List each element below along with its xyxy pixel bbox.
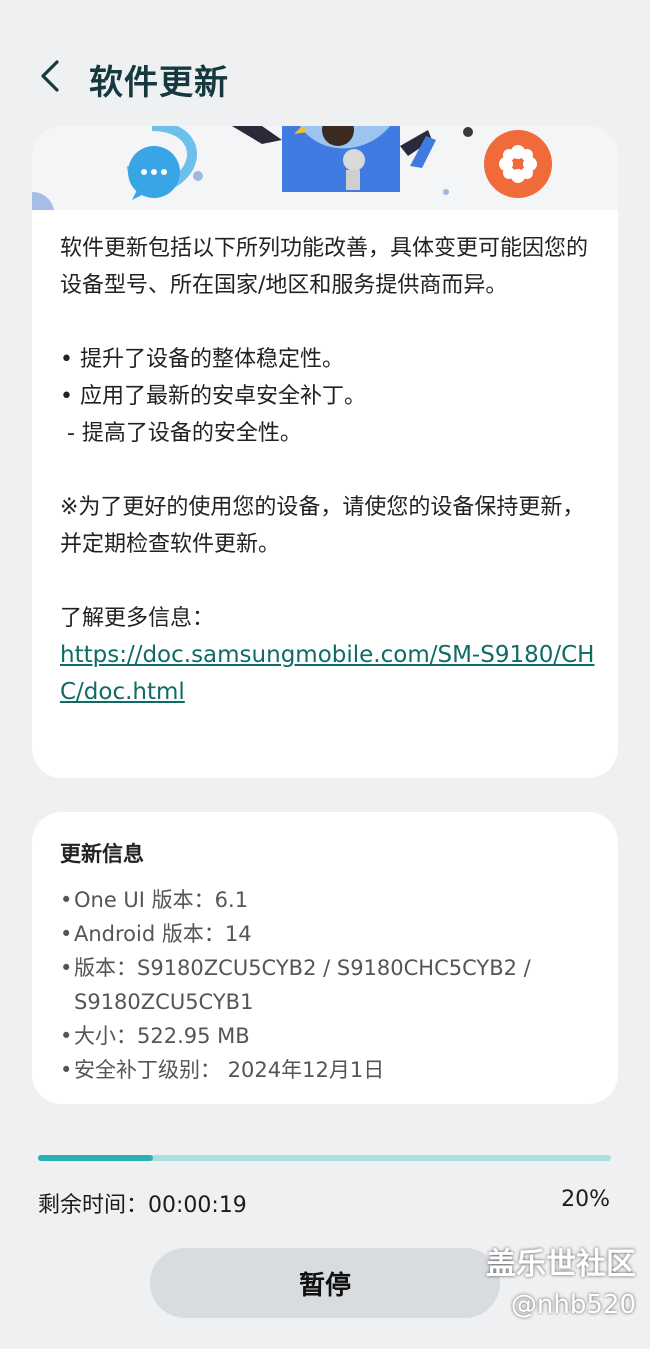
chevron-left-icon — [41, 60, 59, 92]
app-header: 软件更新 — [0, 0, 650, 124]
update-info-card: 更新信息 • One UI 版本：6.1 • Android 版本：14 • 版本：S… — [32, 812, 618, 1104]
description-item: • 提升了设备的整体稳定性。 — [60, 347, 344, 372]
info-row-one-ui: • One UI 版本：6.1 — [60, 888, 249, 912]
remaining-time: 剩余时间：00:00:19 — [38, 1193, 247, 1218]
info-row-security-patch: • 安全补丁级别： 2024年12月1日 — [60, 1058, 385, 1082]
description-item: • 应用了最新的安卓安全补丁。 — [60, 384, 366, 409]
pause-button[interactable]: 暂停 — [150, 1248, 500, 1318]
more-info-label: 了解更多信息： — [60, 606, 215, 631]
description-note: ※为了更好的使用您的设备，请使您的设备保持更新，并定期检查软件更新。 — [60, 495, 585, 557]
info-row-android: • Android 版本：14 — [60, 922, 252, 946]
description-subitem: - 提高了设备的安全性。 — [60, 421, 302, 446]
update-info-title: 更新信息 — [60, 842, 144, 866]
illustration-banner — [32, 126, 618, 210]
watermark-brand: 盖乐世社区 — [486, 1247, 636, 1282]
people-illustration — [32, 126, 552, 210]
download-progress-fill — [38, 1155, 153, 1161]
update-description: 软件更新包括以下所列功能改善，具体变更可能因您的设备型号、所在国家/地区和服务提… — [60, 230, 600, 711]
update-info-list: • One UI 版本：6.1 • Android 版本：14 • 版本：S9180Z… — [60, 883, 600, 1087]
info-row-size: • 大小：522.95 MB — [60, 1024, 250, 1048]
description-intro: 软件更新包括以下所列功能改善，具体变更可能因您的设备型号、所在国家/地区和服务提… — [60, 236, 589, 298]
info-row-build: • 版本：S9180ZCU5CYB2 / S9180CHC5CYB2 / S918… — [60, 956, 531, 1014]
description-card: 软件更新包括以下所列功能改善，具体变更可能因您的设备型号、所在国家/地区和服务提… — [32, 126, 618, 778]
download-progress-bar — [38, 1155, 611, 1161]
more-info-link[interactable]: https://doc.samsungmobile.com/SM-S9180/C… — [60, 642, 594, 705]
community-watermark: 盖乐世社区 @nhb520 — [486, 1245, 636, 1325]
back-button[interactable] — [30, 54, 70, 98]
page-title: 软件更新 — [89, 63, 229, 103]
watermark-handle: @nhb520 — [510, 1290, 636, 1320]
progress-percent: 20% — [561, 1187, 610, 1212]
